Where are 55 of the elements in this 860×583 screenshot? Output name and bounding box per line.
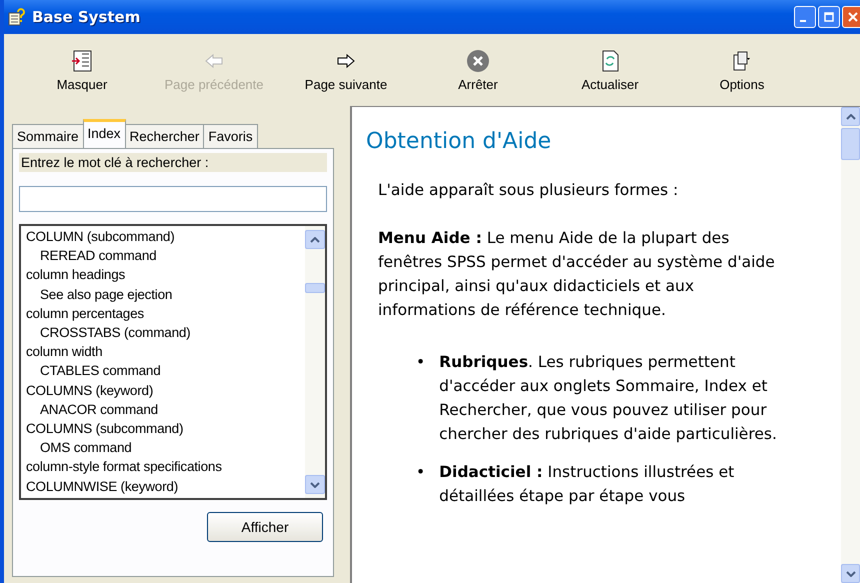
bullet-item: Rubriques. Les rubriques permettent d'accéder aux onglets Sommaire, Index et Rechercher, que vous pouvez utiliser pour chercher des rubriques d'aide particulières. [439,352,778,445]
keyword-label: Entrez le mot clé à rechercher : [19,153,327,172]
index-entry[interactable]: CROSSTABS (command) [26,323,300,342]
toolbar-button[interactable]: Arrêter [412,46,544,94]
bullet-item: Didacticiel : Instructions illustrées et détaillées étape par étape vous [439,462,736,507]
index-entry[interactable]: CTABLES command [26,361,300,381]
scroll-up-button[interactable] [305,230,325,249]
keyword-field[interactable] [19,186,327,212]
display-button[interactable]: Afficher [207,512,323,542]
stop-icon [466,48,490,72]
panel-icon [70,48,94,72]
toolbar-button[interactable]: Actualiser [544,46,676,94]
scroll-down-button[interactable] [305,475,325,494]
close-icon [848,12,858,22]
index-entry[interactable]: column-style format specifications [26,457,300,477]
chevron-up-icon [846,114,856,120]
maximize-button[interactable] [818,6,840,28]
scroll-bar[interactable] [841,107,860,583]
index-entry[interactable]: COLUMNWISE (keyword) [26,476,300,496]
index-entry[interactable]: COLUMN (subcommand) [26,227,300,246]
index-entry[interactable]: ANACOR command [26,400,300,420]
index-entry[interactable]: COLUMNS (keyword) [26,380,300,400]
bullet-mark: • [416,462,426,483]
scroll-bar[interactable] [305,226,325,498]
help-book-icon [8,8,26,26]
index-entry[interactable]: OMS command [26,438,300,458]
scroll-thumb[interactable] [841,128,860,160]
chevron-down-icon [846,570,856,576]
scroll-up-button[interactable] [841,107,860,126]
index-entry[interactable]: See also page ejection [26,284,300,304]
paragraph: Menu Aide : Le menu Aide de la plupart des fenêtres SPSS permet d'accéder au système d'aide principal, ainsi qu'aux didacticiels et aux informations de référence technique. [378,228,776,321]
tab[interactable]: Favoris [203,124,258,148]
intro-text: L'aide apparaît sous plusieurs formes : [378,180,680,201]
tab[interactable]: Sommaire [12,124,84,148]
window-title: Base System [32,8,140,26]
scroll-down-button[interactable] [841,564,860,583]
index-entry[interactable]: column width [26,342,300,362]
maximize-icon [824,12,834,22]
chevron-up-icon [310,236,320,242]
minimize-icon [800,20,806,22]
index-entry[interactable]: column percentages [26,304,300,324]
chevron-down-icon [310,482,320,488]
index-entry[interactable]: COLUMNS (subcommand) [26,419,300,438]
index-entry[interactable]: column headings [26,265,300,285]
tab[interactable]: Rechercher [124,124,204,148]
scroll-thumb[interactable] [305,283,325,293]
bullet-mark: • [416,352,426,373]
toolbar-button[interactable]: Masquer [16,46,148,94]
tab[interactable]: Index [82,119,126,148]
index-entry[interactable]: REREAD command [26,246,300,266]
close-button[interactable] [842,6,860,28]
toolbar-button[interactable]: Options [676,46,808,94]
minimize-button[interactable] [794,6,816,28]
toolbar-button[interactable]: Page suivante [280,46,412,94]
topic-heading: Obtention d'Aide [366,129,552,154]
